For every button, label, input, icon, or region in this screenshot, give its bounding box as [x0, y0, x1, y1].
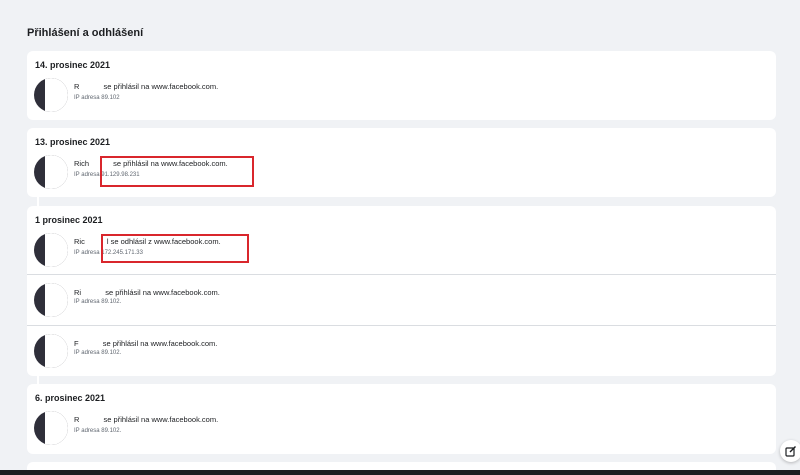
entry-action: se přihlásil na www.facebook.com.: [103, 415, 219, 424]
page-title: Přihlášení a odhlášení: [27, 27, 144, 39]
activity-group-card: 1 prosinec 2021 Ric l se odhlásil z www.f…: [27, 206, 776, 376]
redaction: [79, 82, 102, 90]
ip-address: IP adresa 89.102: [74, 95, 120, 101]
avatar: [34, 411, 68, 445]
entry-action: se přihlásil na www.facebook.com.: [102, 339, 218, 348]
list-item[interactable]: F se přihlásil na www.facebook.com. IP a…: [27, 325, 776, 376]
compose-icon: [785, 446, 796, 457]
avatar: [34, 334, 68, 368]
group-date: 1 prosinec 2021: [35, 215, 103, 225]
entry-action: se přihlásil na www.facebook.com.: [105, 288, 220, 297]
user-name: Ri: [74, 288, 82, 297]
ip-address: IP adresa 89.102.: [74, 350, 122, 356]
redaction: [79, 415, 102, 423]
list-item[interactable]: Ri se přihlásil na www.facebook.com. IP …: [27, 274, 776, 325]
activity-group-card: 6. prosinec 2021 R se přihlásil na www.f…: [27, 384, 776, 454]
user-name: Rich: [74, 159, 90, 168]
redaction: [78, 339, 101, 347]
entry-text: R se přihlásil na www.facebook.com.: [74, 82, 218, 91]
avatar: [34, 283, 68, 317]
user-name: Ric: [74, 237, 85, 246]
avatar: [34, 78, 68, 112]
taskbar: [0, 470, 800, 475]
timeline-connector: [37, 375, 39, 384]
entry-text: Ri se přihlásil na www.facebook.com.: [74, 288, 220, 297]
group-date: 13. prosinec 2021: [35, 137, 111, 147]
highlight-box: [101, 234, 249, 263]
group-date: 14. prosinec 2021: [35, 60, 111, 70]
avatar: [34, 233, 68, 267]
entry-action: se přihlásil na www.facebook.com.: [103, 82, 219, 91]
highlight-box: [100, 156, 254, 187]
list-item[interactable]: R se přihlásil na www.facebook.com. IP a…: [27, 406, 776, 456]
group-date: 6. prosinec 2021: [35, 393, 106, 403]
entry-text: R se přihlásil na www.facebook.com.: [74, 415, 218, 424]
next-group-card: [27, 462, 776, 470]
activity-group-card: 14. prosinec 2021 R se přihlásil na www.…: [27, 51, 776, 120]
ip-address: IP adresa 89.102.: [74, 299, 122, 305]
redaction: [81, 288, 104, 296]
avatar: [34, 155, 68, 189]
compose-button[interactable]: [780, 440, 800, 462]
timeline-connector: [37, 196, 39, 206]
ip-address: IP adresa 89.102.: [74, 428, 122, 434]
entry-text: F se přihlásil na www.facebook.com.: [74, 339, 217, 348]
list-item[interactable]: R se přihlásil na www.facebook.com. IP a…: [27, 73, 776, 123]
activity-group-card: 13. prosinec 2021 Rich se přihlásil na w…: [27, 128, 776, 197]
